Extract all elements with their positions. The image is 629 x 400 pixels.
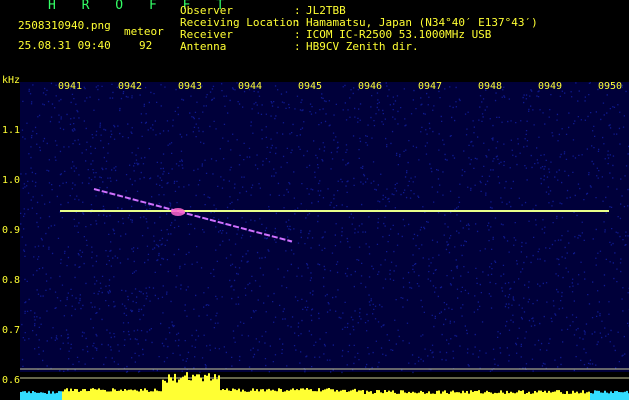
date-time: 25.08.31 09:40 — [18, 39, 111, 52]
x-tick-label: 0944 — [238, 81, 262, 92]
mode-label: meteor — [124, 25, 164, 38]
x-tick-label: 0948 — [478, 81, 502, 92]
x-tick-label: 0943 — [178, 81, 202, 92]
y-tick-label: 0.6 — [2, 375, 20, 386]
x-tick-label: 0941 — [58, 81, 82, 92]
info-label-antenna: Antenna — [180, 40, 227, 53]
file-name: 2508310940.png — [18, 19, 111, 32]
y-tick-label: 1.0 — [2, 175, 20, 186]
x-tick-label: 0946 — [358, 81, 382, 92]
spectrogram-plot: 0941 0942 0943 0944 0945 0946 0947 0948 0949 0950… — [0, 72, 629, 400]
echo-head-glow — [171, 208, 185, 216]
info-sep-antenna: : — [294, 40, 301, 53]
x-tick-label: 0949 — [538, 81, 562, 92]
y-unit-label: kHz — [2, 75, 20, 86]
header-panel: H R O F F T 2508310940.png 25.08.31 09:4… — [0, 0, 629, 72]
plot-background — [20, 82, 629, 372]
info-value-antenna: HB9CV Zenith dir. — [306, 40, 419, 53]
x-tick-label: 0950 — [598, 81, 622, 92]
noise-field — [20, 82, 629, 374]
y-tick-label: 1.1 — [2, 125, 20, 136]
x-tick-label: 0947 — [418, 81, 442, 92]
spectrogram-panel: 0941 0942 0943 0944 0945 0946 0947 0948 0949 0950… — [0, 72, 629, 400]
y-tick-label: 0.7 — [2, 325, 20, 336]
y-tick-label: 0.9 — [2, 225, 20, 236]
count-value: 92 — [139, 39, 153, 52]
x-tick-label: 0945 — [298, 81, 322, 92]
x-tick-label: 0942 — [118, 81, 142, 92]
y-tick-label: 0.8 — [2, 275, 20, 286]
